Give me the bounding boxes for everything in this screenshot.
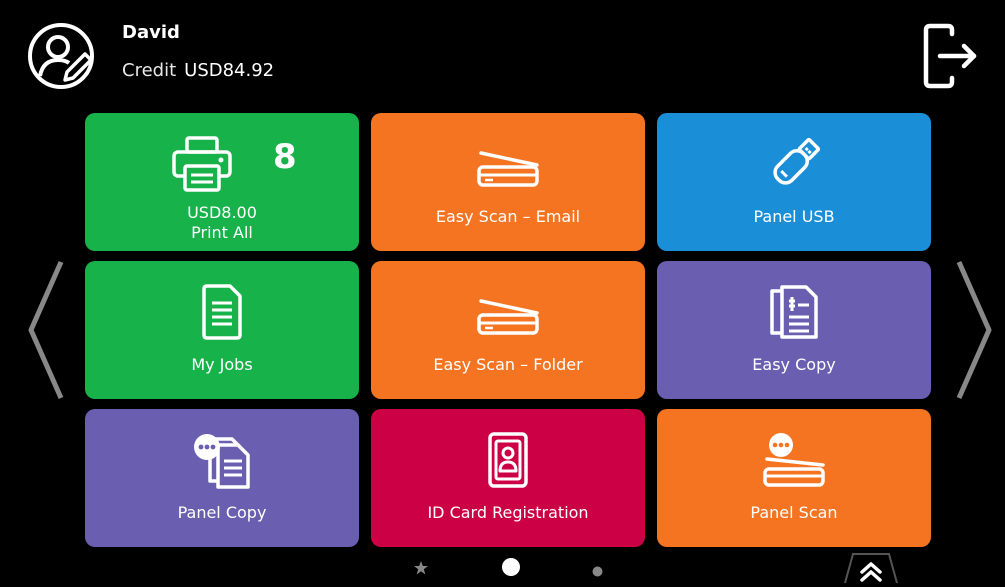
tile-label: Easy Copy — [752, 355, 836, 374]
id-card-icon — [486, 431, 530, 489]
tile-label: Easy Scan – Folder — [433, 355, 583, 374]
tile-label: My Jobs — [191, 355, 253, 374]
tile-my-jobs[interactable]: My Jobs — [85, 261, 359, 399]
tile-label: ID Card Registration — [427, 503, 589, 522]
scanner-icon — [473, 135, 543, 193]
tile-label: Easy Scan – Email — [435, 207, 581, 226]
logout-icon[interactable] — [922, 22, 980, 90]
page-dot-active[interactable] — [501, 557, 521, 581]
tile-label: USD8.00 Print All — [187, 203, 257, 243]
usb-drive-icon — [762, 135, 826, 193]
tile-panel-copy[interactable]: Panel Copy — [85, 409, 359, 547]
star-icon[interactable] — [414, 560, 428, 579]
tile-id-card-registration[interactable]: ID Card Registration — [371, 409, 645, 547]
tile-label: Panel Scan — [750, 503, 838, 522]
tile-label: Panel Copy — [177, 503, 267, 522]
tile-easy-scan-folder[interactable]: Easy Scan – Folder — [371, 261, 645, 399]
user-name: David — [122, 22, 180, 43]
tile-label: Panel USB — [753, 207, 835, 226]
print-amount: USD8.00 — [187, 203, 257, 222]
print-job-count-badge: 8 — [273, 137, 297, 177]
credit-label: Credit — [122, 60, 177, 81]
tile-panel-scan[interactable]: Panel Scan — [657, 409, 931, 547]
tile-panel-usb[interactable]: Panel USB — [657, 113, 931, 251]
document-icon — [200, 283, 244, 341]
previous-page-chevron-left-icon[interactable] — [25, 260, 65, 400]
tile-print-all[interactable]: 8 USD8.00 Print All — [85, 113, 359, 251]
next-page-chevron-right-icon[interactable] — [955, 260, 995, 400]
page-dot[interactable] — [592, 562, 603, 581]
tile-easy-copy[interactable]: Easy Copy — [657, 261, 931, 399]
credit-value: USD84.92 — [184, 60, 275, 81]
scanner-icon — [473, 283, 543, 341]
credit-display: Credit USD84.92 — [122, 60, 274, 81]
copy-documents-icon — [768, 283, 820, 341]
tile-easy-scan-email[interactable]: Easy Scan – Email — [371, 113, 645, 251]
user-avatar-icon[interactable] — [25, 20, 97, 92]
expand-double-chevron-up-icon[interactable] — [843, 552, 899, 584]
copy-more-icon — [192, 431, 252, 489]
scan-more-icon — [759, 431, 829, 489]
print-all-label: Print All — [191, 223, 253, 242]
printer-icon — [171, 135, 233, 193]
